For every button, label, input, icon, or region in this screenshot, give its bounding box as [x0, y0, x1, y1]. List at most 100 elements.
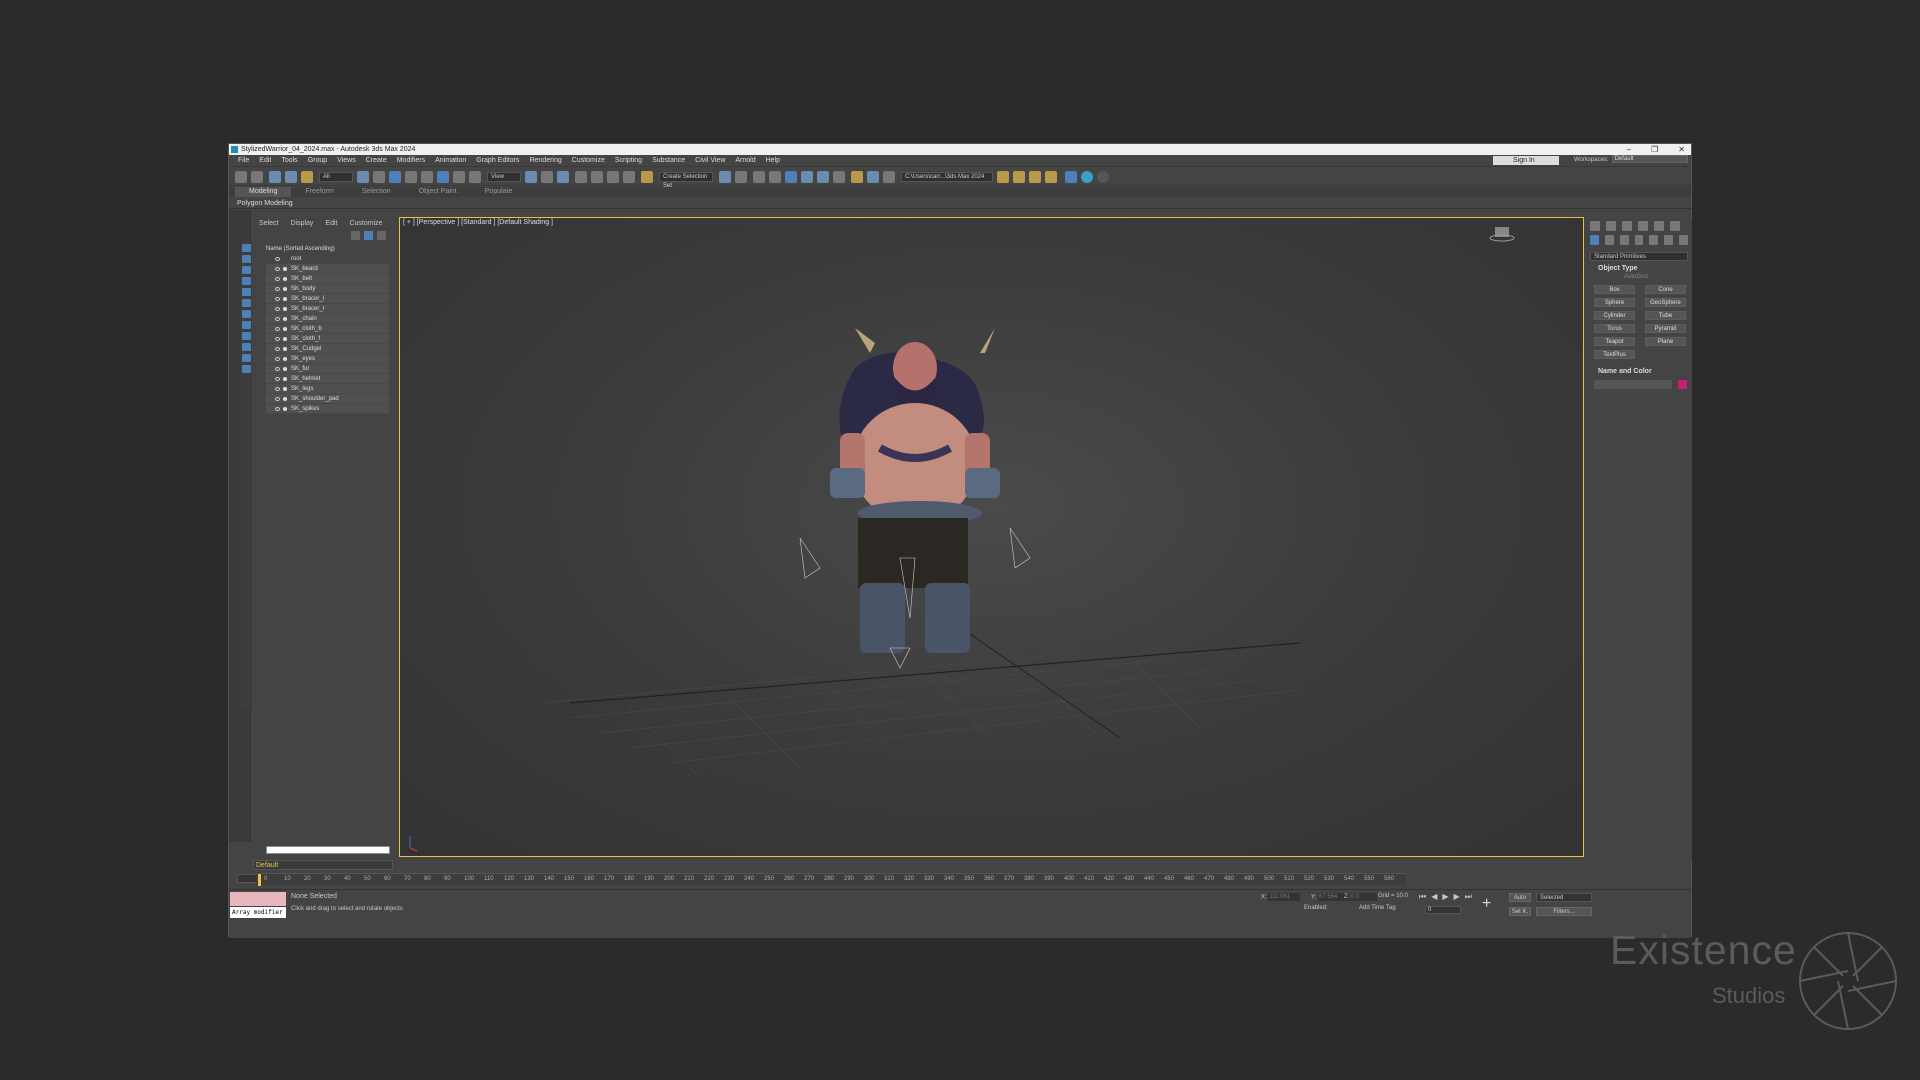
tree-item[interactable]: SK_Cudgel — [266, 344, 389, 354]
filter-groups-icon[interactable] — [242, 310, 251, 318]
clear-filter-icon[interactable] — [351, 231, 360, 240]
tab-selection[interactable]: Selection — [348, 187, 405, 197]
selection-filter-dropdown[interactable]: All — [319, 172, 353, 182]
move-icon[interactable] — [421, 171, 433, 183]
box-button[interactable]: Box — [1594, 285, 1635, 294]
sign-in-button[interactable]: Sign In — [1493, 156, 1559, 165]
filter-bones-icon[interactable] — [242, 332, 251, 340]
filter-icon[interactable] — [364, 231, 373, 240]
visibility-icon[interactable] — [275, 287, 280, 291]
menu-substance[interactable]: Substance — [647, 155, 690, 166]
scene-menu-customize[interactable]: Customize — [343, 219, 388, 229]
unlink-icon[interactable] — [285, 171, 297, 183]
scale-icon[interactable] — [453, 171, 465, 183]
systems-icon[interactable] — [1679, 235, 1689, 245]
visibility-icon[interactable] — [275, 407, 280, 411]
reference-coord-dropdown[interactable]: View — [487, 172, 521, 182]
filter-containers-icon[interactable] — [242, 343, 251, 351]
filter-geometry-icon[interactable] — [242, 244, 251, 252]
textplus-button[interactable]: TextPlus — [1594, 350, 1635, 359]
sphere-button[interactable]: Sphere — [1594, 298, 1635, 307]
render-production-icon[interactable] — [883, 171, 895, 183]
window-crossing-icon[interactable] — [405, 171, 417, 183]
add-time-tag[interactable]: Add Time Tag — [1359, 905, 1396, 911]
cameras-icon[interactable] — [1634, 235, 1644, 245]
lock-icon[interactable] — [377, 231, 386, 240]
bind-spacewarp-icon[interactable] — [301, 171, 313, 183]
save-icon[interactable] — [1029, 171, 1041, 183]
auto-key-button[interactable]: Auto — [1509, 893, 1531, 902]
menu-help[interactable]: Help — [761, 155, 785, 166]
placement-icon[interactable] — [469, 171, 481, 183]
warrior-character[interactable] — [799, 328, 1031, 669]
menu-animation[interactable]: Animation — [430, 155, 471, 166]
primitive-type-dropdown[interactable]: Standard Primitives — [1590, 252, 1688, 261]
schematic-view-icon[interactable] — [817, 171, 829, 183]
key-filters-button[interactable]: Filters... — [1536, 907, 1592, 916]
enabled-toggle[interactable]: Enabled: — [1304, 905, 1328, 911]
tree-item[interactable]: SK_beard — [266, 264, 389, 274]
menu-rendering[interactable]: Rendering — [524, 155, 566, 166]
current-frame-marker[interactable] — [258, 874, 261, 886]
modify-tab-icon[interactable] — [1606, 221, 1616, 231]
go-to-end-icon[interactable]: ⏭ — [1465, 892, 1472, 902]
motion-tab-icon[interactable] — [1638, 221, 1648, 231]
status-dot-icon[interactable] — [1097, 171, 1109, 183]
visibility-icon[interactable] — [275, 347, 280, 351]
menu-group[interactable]: Group — [303, 155, 332, 166]
visibility-icon[interactable] — [275, 297, 280, 301]
snap-toggle-icon[interactable] — [575, 171, 587, 183]
redo-icon[interactable] — [251, 171, 263, 183]
hierarchy-tab-icon[interactable] — [1622, 221, 1632, 231]
tree-item[interactable]: SK_cloth_b — [266, 324, 389, 334]
helpers-icon[interactable] — [1649, 235, 1659, 245]
project-folder-icon[interactable] — [997, 171, 1009, 183]
track-bar[interactable]: 0 10 20 30 40 50 60 70 80 90 100 110 120 130 140 150 160… — [256, 873, 1406, 886]
visibility-icon[interactable] — [275, 257, 280, 261]
rect-selection-icon[interactable] — [389, 171, 401, 183]
menu-customize[interactable]: Customize — [567, 155, 610, 166]
tree-item[interactable]: SK_shoulder_pad — [266, 394, 389, 404]
layer-dropdown[interactable]: Default — [253, 860, 393, 870]
tree-item[interactable]: SK_legs — [266, 384, 389, 394]
curve-editor-icon[interactable] — [801, 171, 813, 183]
menu-civil-view[interactable]: Civil View — [690, 155, 730, 166]
angle-snap-icon[interactable] — [591, 171, 603, 183]
visibility-icon[interactable] — [275, 277, 280, 281]
filter-helpers-icon[interactable] — [242, 288, 251, 296]
geometry-icon[interactable] — [1590, 235, 1599, 245]
filter-hidden-icon[interactable] — [242, 365, 251, 373]
visibility-icon[interactable] — [275, 397, 280, 401]
layer-explorer-icon[interactable] — [769, 171, 781, 183]
perspective-viewport[interactable]: [ + ] [Perspective ] [Standard ] [Defaul… — [399, 217, 1584, 857]
current-frame-field[interactable]: 0 — [1425, 906, 1461, 914]
menu-modifiers[interactable]: Modifiers — [392, 155, 430, 166]
close-button[interactable]: ✕ — [1678, 144, 1685, 155]
utilities-tab-icon[interactable] — [1670, 221, 1680, 231]
scene-menu-select[interactable]: Select — [253, 219, 284, 229]
filter-xrefs-icon[interactable] — [242, 321, 251, 329]
create-tab-icon[interactable] — [1590, 221, 1600, 231]
shapes-icon[interactable] — [1604, 235, 1614, 245]
tab-object-paint[interactable]: Object Paint — [405, 187, 471, 197]
spacewarps-icon[interactable] — [1664, 235, 1674, 245]
tree-item[interactable]: SK_body — [266, 284, 389, 294]
tree-item[interactable]: SK_chain — [266, 314, 389, 324]
visibility-icon[interactable] — [275, 317, 280, 321]
menu-views[interactable]: Views — [332, 155, 361, 166]
visibility-icon[interactable] — [275, 267, 280, 271]
tree-item[interactable]: SK_fur — [266, 364, 389, 374]
visibility-icon[interactable] — [275, 387, 280, 391]
align-icon[interactable] — [735, 171, 747, 183]
column-header[interactable]: Name (Sorted Ascending) — [266, 245, 389, 253]
name-and-color-rollout[interactable]: Name and Color — [1590, 367, 1688, 376]
x-field[interactable]: 111.061 — [1268, 893, 1301, 901]
tree-item[interactable]: SK_helmet — [266, 374, 389, 384]
torus-button[interactable]: Torus — [1594, 324, 1635, 333]
maximize-button[interactable]: ❐ — [1651, 144, 1658, 155]
geosphere-button[interactable]: GeoSphere — [1645, 298, 1686, 307]
tree-item[interactable]: SK_bracer_r — [266, 304, 389, 314]
display-tab-icon[interactable] — [1654, 221, 1664, 231]
mirror-icon[interactable] — [719, 171, 731, 183]
workspace-dropdown[interactable]: Default — [1611, 155, 1688, 164]
